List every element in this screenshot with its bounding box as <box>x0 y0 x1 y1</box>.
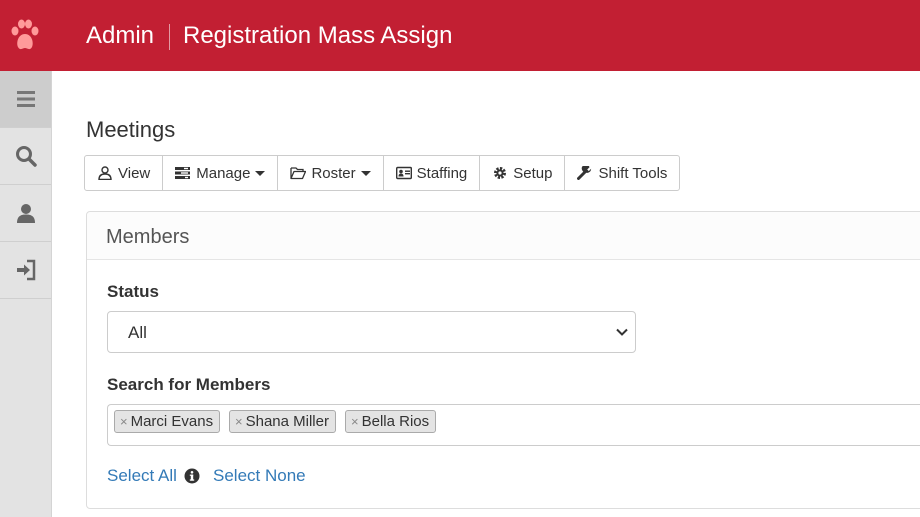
member-search-input[interactable]: × Marci Evans × Shana Miller × Bella Rio… <box>107 404 920 446</box>
tasks-icon <box>175 167 191 179</box>
manage-button-label: Manage <box>196 164 251 182</box>
chevron-down-icon <box>616 328 628 336</box>
search-members-label: Search for Members <box>107 375 271 394</box>
header-section-title[interactable]: Admin <box>86 22 154 50</box>
page-heading: Registration Mass Assign <box>183 22 453 49</box>
remove-tag-icon[interactable]: × <box>235 414 243 429</box>
select-none-link[interactable]: Select None <box>213 466 306 486</box>
id-card-icon <box>395 166 412 180</box>
meetings-toolbar: View Manage Roster Staffing Setup Shift … <box>84 155 681 191</box>
remove-tag-icon[interactable]: × <box>120 414 128 429</box>
setup-button[interactable]: Setup <box>479 155 566 191</box>
folder-open-icon <box>290 167 307 180</box>
member-tag-label: Marci Evans <box>130 413 214 430</box>
member-tag: × Bella Rios <box>345 410 437 433</box>
page-title: Meetings <box>86 117 176 142</box>
view-button[interactable]: View <box>84 155 164 191</box>
roster-dropdown-button[interactable]: Roster <box>277 155 384 191</box>
staffing-button-label: Staffing <box>416 164 468 182</box>
user-outline-icon <box>98 166 112 180</box>
wrench-icon <box>577 166 592 180</box>
members-panel: Members Status All Search for Members × … <box>86 211 920 509</box>
chevron-down-icon <box>255 170 266 176</box>
member-tag-label: Bella Rios <box>361 413 430 430</box>
header-divider <box>169 24 170 50</box>
sign-in-icon <box>16 259 35 281</box>
chevron-down-icon <box>360 170 371 176</box>
member-tag-label: Shana Miller <box>245 413 329 430</box>
menu-icon <box>16 91 35 107</box>
staffing-button[interactable]: Staffing <box>382 155 481 191</box>
members-panel-title: Members <box>106 226 190 248</box>
status-label: Status <box>107 282 159 301</box>
setup-button-label: Setup <box>513 164 553 182</box>
sidebar-menu-toggle[interactable] <box>0 71 51 128</box>
status-select-value: All <box>128 323 147 342</box>
shift-tools-button-label: Shift Tools <box>598 164 668 182</box>
sidebar-search[interactable] <box>0 128 51 185</box>
roster-button-label: Roster <box>311 164 356 182</box>
shift-tools-button[interactable]: Shift Tools <box>564 155 681 191</box>
remove-tag-icon[interactable]: × <box>351 414 359 429</box>
view-button-label: View <box>118 164 151 182</box>
select-all-link[interactable]: Select All <box>107 466 177 486</box>
members-panel-header: Members <box>87 212 920 260</box>
info-circle-icon[interactable] <box>184 468 200 484</box>
member-tag: × Marci Evans <box>114 410 221 433</box>
top-bar: Admin Registration Mass Assign <box>0 0 920 71</box>
user-icon <box>16 204 35 223</box>
member-tag: × Shana Miller <box>229 410 336 433</box>
sidebar-user[interactable] <box>0 185 51 242</box>
cog-icon <box>494 167 507 179</box>
sidebar <box>0 71 52 517</box>
manage-dropdown-button[interactable]: Manage <box>162 155 279 191</box>
sidebar-sign-in[interactable] <box>0 242 51 299</box>
status-select[interactable]: All <box>107 311 636 353</box>
search-icon <box>15 146 37 167</box>
paw-icon[interactable] <box>9 18 41 54</box>
